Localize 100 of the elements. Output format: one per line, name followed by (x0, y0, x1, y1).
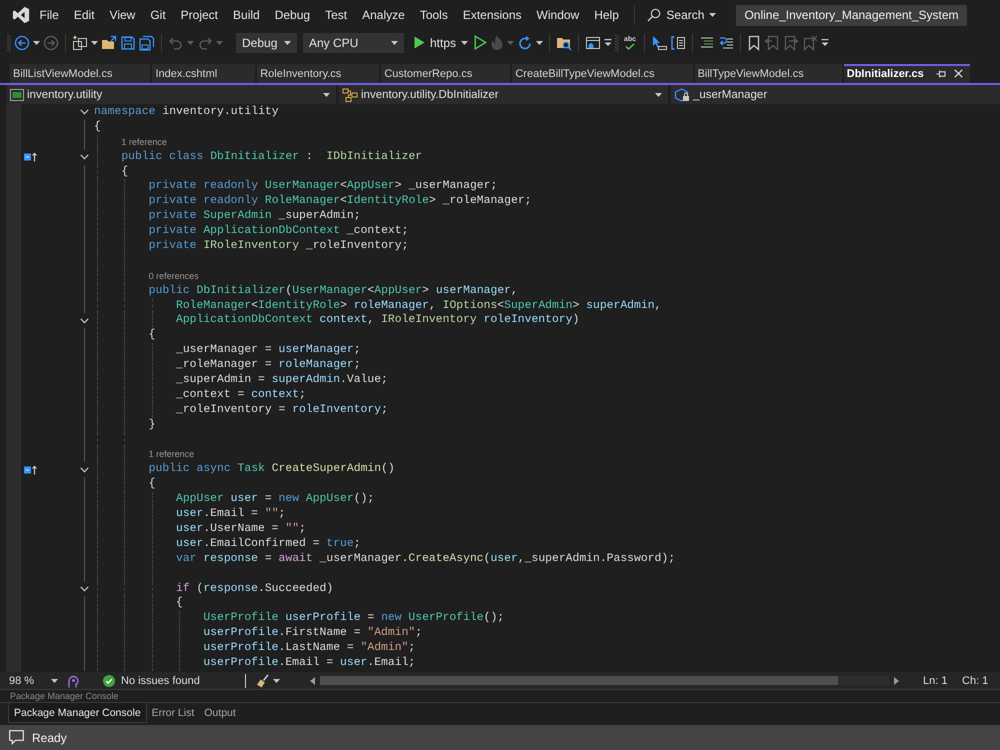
menu-item[interactable]: Window (529, 5, 587, 25)
menu-item[interactable]: Tools (412, 5, 456, 25)
code-line: private readonly RoleManager<IdentityRole> _roleManager; (148, 194, 532, 210)
references-link[interactable]: 0 references (148, 268, 199, 284)
panel-tab[interactable]: Package Manager Console (8, 703, 147, 723)
document-tab[interactable]: RoleInventory.cs (257, 64, 380, 83)
pin-icon[interactable] (936, 68, 947, 78)
overflow-caret-icon[interactable] (604, 38, 612, 47)
check-mark-icon[interactable] (625, 42, 636, 50)
caret-icon[interactable] (655, 92, 662, 96)
caret-icon[interactable] (51, 678, 58, 682)
chevron-down-icon[interactable] (80, 154, 88, 160)
save-icon[interactable] (120, 34, 136, 50)
code-line: public DbInitializer(UserManager<AppUser> userManager, (148, 284, 518, 299)
zoom-dropdown[interactable]: 98 % (6, 672, 62, 689)
menu-item[interactable]: Analyze (354, 5, 412, 25)
menu-item[interactable]: Git (142, 5, 174, 25)
caret-icon[interactable] (284, 40, 291, 44)
cursor-line-text: Ln: 1 (923, 674, 948, 686)
bracket-document-icon[interactable] (670, 34, 686, 50)
configuration-dropdown[interactable]: Debug (236, 32, 297, 52)
caret-icon[interactable] (709, 13, 716, 17)
window-house-icon[interactable] (585, 34, 602, 50)
references-link[interactable]: 1 reference (121, 134, 167, 150)
class-icon (342, 88, 358, 102)
folder-arrow-icon[interactable] (101, 34, 117, 50)
stacked-windows-icon[interactable] (72, 34, 88, 50)
back-icon[interactable] (14, 34, 30, 50)
menu-item[interactable]: Test (318, 5, 355, 25)
save-all-icon[interactable] (139, 34, 155, 50)
menu-item[interactable]: Extensions (455, 5, 530, 25)
toolbar-grip-icon[interactable] (615, 34, 620, 52)
menu-item[interactable]: View (102, 5, 143, 25)
speech-bubble-icon[interactable] (9, 730, 24, 745)
menu-item[interactable]: Edit (66, 5, 102, 25)
check-icon[interactable] (103, 674, 115, 686)
platform-dropdown[interactable]: Any CPU (303, 32, 404, 52)
run-button[interactable]: https (411, 36, 472, 50)
status-text: Ready (32, 730, 67, 744)
menu-item[interactable]: File (32, 5, 66, 25)
code-line: { (121, 164, 128, 180)
uncomment-lines-icon[interactable] (718, 34, 734, 50)
references-link[interactable]: 1 reference (148, 447, 194, 462)
chevron-down-icon[interactable] (80, 109, 88, 116)
document-tab[interactable]: CreateBillTypeViewModel.cs (512, 64, 693, 83)
document-tab[interactable]: CustomerRepo.cs (381, 64, 510, 83)
document-tab[interactable]: BillTypeViewModel.cs (694, 64, 842, 83)
code-line: ApplicationDbContext context, IRoleInventory roleInventory) (176, 313, 580, 328)
navigation-dropdown[interactable]: _userManager (671, 85, 1000, 104)
menu-item[interactable]: Project (173, 5, 226, 25)
document-tab[interactable]: DbInitializer.cs (844, 64, 970, 83)
caret-icon[interactable] (323, 92, 330, 96)
panel-tab[interactable]: Error List (146, 703, 200, 723)
refresh-icon[interactable] (517, 34, 534, 50)
document-tab[interactable]: Index.cshtml (152, 64, 256, 83)
code-line: public async Task CreateSuperAdmin() (148, 462, 395, 478)
scroll-right-icon[interactable] (894, 676, 899, 684)
search-icon[interactable] (647, 8, 662, 22)
logo-icon[interactable] (11, 6, 31, 24)
menu-item[interactable]: Build (226, 5, 268, 25)
brush-icon[interactable] (256, 674, 269, 688)
bookmark-icon[interactable] (747, 34, 762, 50)
navigation-dropdown[interactable]: inventory.utility (7, 85, 336, 104)
chevron-down-icon[interactable] (80, 318, 88, 324)
caret-icon[interactable] (536, 40, 544, 44)
issues-indicator[interactable]: No issues found (103, 674, 243, 686)
caret-icon[interactable] (33, 40, 40, 44)
chevron-down-icon[interactable] (80, 586, 88, 592)
play-outline-icon[interactable] (474, 35, 488, 50)
code-line: { (148, 328, 156, 344)
overflow-caret-icon[interactable] (821, 38, 830, 47)
chevron-down-icon[interactable] (80, 466, 88, 473)
menu-item[interactable]: Debug (267, 5, 318, 25)
project-icon (10, 88, 24, 100)
code-line: { (94, 120, 101, 135)
caret-icon[interactable] (391, 40, 398, 44)
code-line: private readonly UserManager<AppUser> _userManager; (148, 179, 498, 194)
close-icon[interactable] (954, 69, 963, 78)
code-line: _context = context; (176, 388, 306, 403)
caret-icon[interactable] (91, 40, 98, 44)
panel-tab[interactable]: Output (199, 703, 241, 723)
comment-lines-icon[interactable] (699, 34, 716, 50)
cursor-icon[interactable] (651, 34, 668, 50)
code-line: _userManager = userManager; (176, 343, 361, 358)
code-line: public class DbInitializer : IDbInitializer (121, 150, 422, 165)
code-line: { (176, 596, 183, 612)
menu-item[interactable]: Help (586, 5, 626, 25)
caret-icon[interactable] (461, 40, 468, 44)
navigation-dropdown[interactable]: inventory.utility.DbInitializer (339, 85, 668, 104)
search-button[interactable]: Search (643, 8, 720, 22)
caret-icon[interactable] (273, 678, 280, 682)
code-line: namespace inventory.utility (94, 105, 279, 120)
marker-up-arrow-icon[interactable] (24, 464, 38, 475)
play-icon[interactable] (414, 36, 425, 49)
scroll-left-icon[interactable] (310, 676, 315, 684)
head-profile-icon[interactable] (67, 674, 79, 688)
document-tab[interactable]: BillListViewModel.cs (10, 64, 150, 83)
marker-up-arrow-icon[interactable] (24, 152, 38, 162)
toolbar-grip-icon[interactable] (7, 34, 11, 52)
field-lock-icon (674, 87, 690, 102)
